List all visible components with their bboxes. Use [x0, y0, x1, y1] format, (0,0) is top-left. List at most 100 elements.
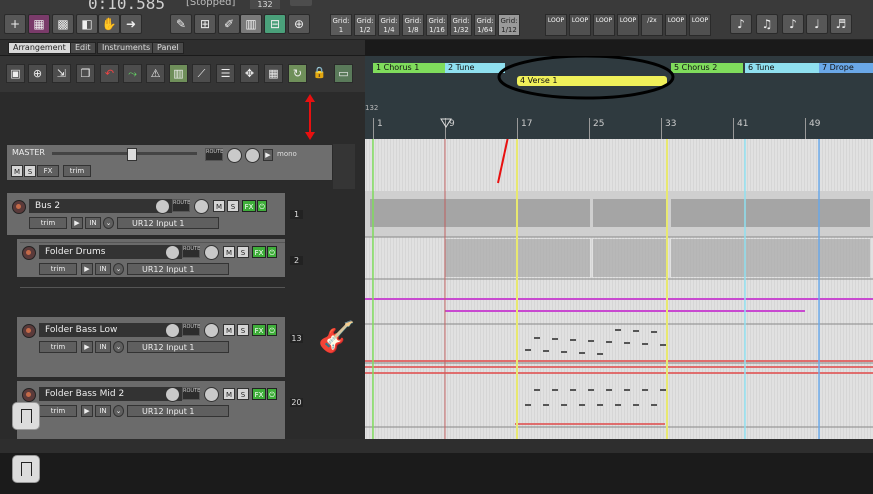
fx-button[interactable]: FX: [252, 246, 266, 258]
monitor-play-icon[interactable]: ▶: [81, 263, 93, 275]
fx-bypass-icon[interactable]: ⏻: [267, 246, 277, 258]
route-button[interactable]: ROUTE: [182, 323, 200, 336]
master-play-icon[interactable]: ▶: [263, 149, 273, 161]
master-pan-knob[interactable]: [227, 148, 242, 163]
bookmark-icon-2[interactable]: [12, 455, 40, 483]
master-volume-slider[interactable]: [52, 152, 197, 155]
solo-button[interactable]: S: [237, 246, 249, 258]
horizontal-scrollbar[interactable]: [0, 439, 873, 453]
route-button[interactable]: ROUTE: [182, 387, 200, 400]
loop-button-4[interactable]: /2x: [641, 14, 663, 36]
volume-knob[interactable]: [155, 199, 170, 214]
master-route-button[interactable]: ROUTE: [205, 148, 223, 161]
screen-icon[interactable]: ▭: [334, 64, 353, 83]
import-icon[interactable]: ⇲: [52, 64, 71, 83]
grid-button-3[interactable]: Grid: 1/8: [402, 14, 424, 36]
solo-button[interactable]: S: [227, 200, 239, 212]
arrow-right-icon[interactable]: ➜: [120, 14, 142, 34]
monitor-mode-icon[interactable]: ⌄: [113, 341, 124, 353]
track-0[interactable]: Bus 2 ROUTE M S FX ⏻ trim ▶ IN ⌄ UR12 Input 1: [6, 192, 286, 236]
envelope-icon[interactable]: ◧: [76, 14, 98, 34]
monitor-play-icon[interactable]: ▶: [71, 217, 83, 229]
fx-button[interactable]: FX: [252, 324, 266, 336]
snap-icon[interactable]: ⊟: [264, 14, 286, 34]
pan-knob[interactable]: [204, 323, 219, 338]
record-arm-icon[interactable]: [12, 200, 26, 214]
playhead-marker-icon[interactable]: [440, 118, 452, 128]
ripple-icon[interactable]: ▥: [240, 14, 262, 34]
master-track[interactable]: MASTER ROUTE ▶ mono M S FX trim: [6, 144, 333, 181]
duplicate-icon[interactable]: ❐: [76, 64, 95, 83]
record-arm-icon[interactable]: [22, 388, 36, 402]
master-width-knob[interactable]: [245, 148, 260, 163]
fx-bypass-icon[interactable]: ⏻: [267, 388, 277, 400]
mute-button[interactable]: M: [223, 246, 235, 258]
insert-icon[interactable]: ⊕: [28, 64, 47, 83]
tap-button[interactable]: [290, 0, 312, 6]
track-name[interactable]: Folder Drums: [39, 245, 182, 259]
input-monitor-button[interactable]: IN: [95, 263, 111, 275]
input-monitor-button[interactable]: IN: [95, 341, 111, 353]
grid-button-6[interactable]: Grid: 1/64: [474, 14, 496, 36]
fx-button[interactable]: FX: [242, 200, 256, 212]
new-track-icon[interactable]: ▣: [6, 64, 25, 83]
master-solo-button[interactable]: S: [24, 165, 36, 177]
fx-button[interactable]: FX: [252, 388, 266, 400]
record-arm-icon[interactable]: [22, 324, 36, 338]
monitor-mode-icon[interactable]: ⌄: [113, 263, 124, 275]
loop-toggle-icon[interactable]: ↻: [288, 64, 307, 83]
track-1[interactable]: Folder Drums ROUTE M S FX ⏻ trim ▶ IN ⌄ UR12 Input…: [16, 238, 286, 278]
monitor-mode-icon[interactable]: ⌄: [113, 405, 124, 417]
grid-button-0[interactable]: Grid: 1: [330, 14, 352, 36]
note-4-icon[interactable]: ♩: [806, 14, 828, 34]
note-2-icon[interactable]: ♫: [756, 14, 778, 34]
route-button[interactable]: ROUTE: [172, 199, 190, 212]
input-select[interactable]: UR12 Input 1: [127, 405, 229, 417]
grid-button-4[interactable]: Grid: 1/16: [426, 14, 448, 36]
tab-arrangement[interactable]: Arrangement: [8, 42, 71, 54]
region-4[interactable]: 6 Tune: [745, 63, 819, 73]
bpm-display[interactable]: 132: [250, 0, 280, 9]
input-monitor-button[interactable]: IN: [95, 405, 111, 417]
region-0[interactable]: 1 Chorus 1: [373, 63, 445, 73]
track-name[interactable]: Folder Bass Low: [39, 323, 182, 337]
trim-button[interactable]: trim: [39, 341, 77, 353]
tab-panel[interactable]: Panel: [152, 42, 184, 54]
note-5-icon[interactable]: ♬: [830, 14, 852, 34]
snap-toggle-icon[interactable]: ▥: [169, 64, 188, 83]
track-3[interactable]: Folder Bass Mid 2 ROUTE M S FX ⏻ trim ▶ IN ⌄ UR12 …: [16, 380, 286, 440]
input-select[interactable]: UR12 Input 1: [127, 341, 229, 353]
loop-button-0[interactable]: LOOP: [545, 14, 567, 36]
region-3[interactable]: 5 Chorus 2: [671, 63, 743, 73]
master-mono[interactable]: mono: [277, 150, 297, 158]
track-2[interactable]: Folder Bass Low ROUTE M S FX ⏻ trim ▶ IN ⌄ UR12 In…: [16, 316, 286, 378]
master-fx-button[interactable]: FX: [37, 165, 59, 177]
loop-button-6[interactable]: LOOP: [689, 14, 711, 36]
hand-icon[interactable]: ✋: [98, 14, 120, 34]
input-monitor-button[interactable]: IN: [85, 217, 101, 229]
track-name[interactable]: Folder Bass Mid 2: [39, 387, 182, 401]
color-icon[interactable]: ▦: [28, 14, 50, 34]
solo-button[interactable]: S: [237, 388, 249, 400]
input-select[interactable]: UR12 Input 1: [117, 217, 219, 229]
note-3-icon[interactable]: ♪: [782, 14, 804, 34]
add-icon[interactable]: +: [4, 14, 26, 34]
track-name[interactable]: Bus 2: [29, 199, 172, 213]
split-icon[interactable]: ⊞: [194, 14, 216, 34]
monitor-play-icon[interactable]: ▶: [81, 405, 93, 417]
pan-knob[interactable]: [204, 245, 219, 260]
loop-button-1[interactable]: LOOP: [569, 14, 591, 36]
metronome-icon[interactable]: ⚠: [146, 64, 165, 83]
master-mute-button[interactable]: M: [11, 165, 23, 177]
trim-button[interactable]: trim: [39, 405, 77, 417]
pan-knob[interactable]: [204, 387, 219, 402]
grid-button-2[interactable]: Grid: 1/4: [378, 14, 400, 36]
region-5[interactable]: 7 Drope: [819, 63, 873, 73]
mute-button[interactable]: M: [213, 200, 225, 212]
move-icon[interactable]: ✥: [240, 64, 259, 83]
lock-icon[interactable]: 🔒: [310, 64, 329, 83]
pan-knob[interactable]: [194, 199, 209, 214]
trim-button[interactable]: trim: [29, 217, 67, 229]
glue-icon[interactable]: ⤳: [123, 64, 142, 83]
undo-icon[interactable]: ↶: [100, 64, 119, 83]
